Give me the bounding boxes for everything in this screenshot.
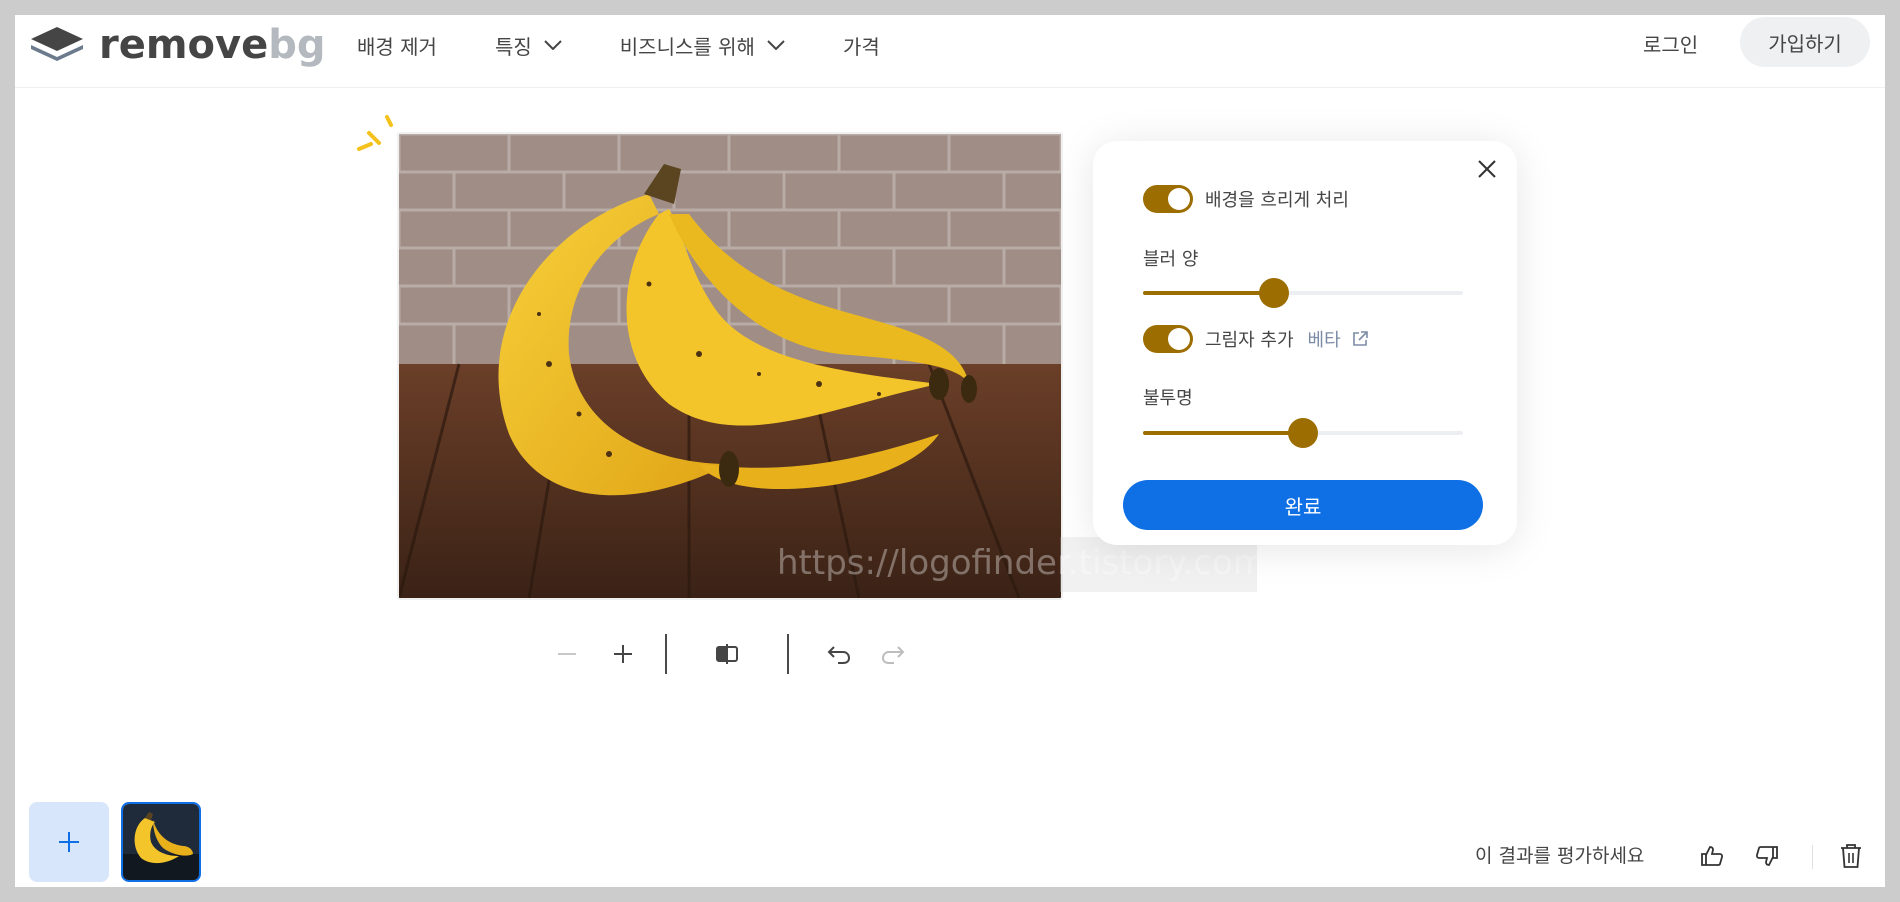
minus-icon bbox=[558, 653, 576, 655]
signup-button[interactable]: 가입하기 bbox=[1740, 17, 1870, 67]
opacity-label: 불투명 bbox=[1143, 388, 1193, 409]
redo-icon bbox=[881, 646, 905, 664]
delete-button[interactable] bbox=[1835, 840, 1867, 872]
undo-button[interactable] bbox=[817, 632, 861, 676]
top-header: removebg 배경 제거 특징 비즈니스를 위해 가격 로그인 가입하기 bbox=[15, 15, 1885, 88]
toolbar-divider bbox=[665, 634, 667, 674]
nav-item-label: 특징 bbox=[494, 34, 532, 59]
blur-toggle[interactable] bbox=[1143, 185, 1193, 213]
external-link-icon bbox=[1352, 331, 1368, 346]
beta-link[interactable]: 베타 bbox=[1308, 326, 1369, 352]
nav-item-business[interactable]: 비즈니스를 위해 bbox=[620, 31, 785, 60]
thumbs-down-icon bbox=[1755, 846, 1778, 866]
add-image-button[interactable] bbox=[29, 802, 109, 882]
thumbs-down-button[interactable] bbox=[1751, 840, 1783, 872]
blur-amount-slider[interactable] bbox=[1143, 278, 1463, 308]
effects-panel: 배경을 흐리게 처리 블러 양 그림자 추가 베타 불투명 완료 bbox=[1093, 141, 1517, 545]
compare-icon bbox=[716, 644, 738, 664]
banana-thumbnail bbox=[123, 804, 199, 880]
layers-logo-icon bbox=[31, 27, 83, 61]
thumbs-up-button[interactable] bbox=[1696, 840, 1728, 872]
blur-toggle-row: 배경을 흐리게 처리 bbox=[1143, 185, 1349, 213]
close-panel-button[interactable] bbox=[1473, 155, 1501, 183]
plus-icon bbox=[59, 832, 79, 852]
toggle-knob bbox=[1168, 188, 1190, 210]
nav-item-label: 비즈니스를 위해 bbox=[619, 34, 755, 59]
plus-icon bbox=[614, 645, 632, 663]
trash-icon bbox=[1841, 844, 1861, 868]
toggle-knob bbox=[1168, 328, 1190, 350]
thumbs-up-icon bbox=[1701, 846, 1724, 866]
toolbar-divider bbox=[787, 634, 789, 674]
shadow-toggle-label: 그림자 추가 bbox=[1205, 330, 1294, 351]
chevron-down-icon bbox=[544, 40, 562, 50]
shadow-toggle-row: 그림자 추가 베타 bbox=[1143, 325, 1369, 353]
compare-button[interactable] bbox=[705, 632, 749, 676]
close-icon bbox=[1478, 160, 1496, 178]
opacity-slider[interactable] bbox=[1143, 418, 1463, 448]
brand-name-part1: remove bbox=[99, 22, 269, 68]
nav-item-remove-bg[interactable]: 배경 제거 bbox=[357, 31, 437, 60]
app-frame: removebg 배경 제거 특징 비즈니스를 위해 가격 로그인 가입하기 h… bbox=[15, 15, 1885, 887]
done-button[interactable]: 완료 bbox=[1123, 480, 1483, 530]
main-nav: 배경 제거 특징 비즈니스를 위해 가격 bbox=[357, 27, 938, 63]
undo-icon bbox=[827, 646, 851, 664]
nav-item-features[interactable]: 특징 bbox=[495, 31, 562, 60]
zoom-out-button[interactable] bbox=[545, 632, 589, 676]
beta-label: 베타 bbox=[1307, 330, 1341, 351]
slider-fill bbox=[1143, 431, 1303, 435]
result-image[interactable] bbox=[397, 132, 1063, 600]
footer-divider bbox=[1812, 845, 1813, 869]
rate-result-label: 이 결과를 평가하세요 bbox=[1475, 845, 1645, 867]
brand-logo[interactable]: removebg bbox=[29, 20, 325, 70]
nav-item-label: 배경 제거 bbox=[357, 34, 437, 59]
image-thumbnail[interactable] bbox=[121, 802, 201, 882]
watermark-text: https://logofinder.tistory.com bbox=[777, 543, 1266, 583]
nav-item-label: 가격 bbox=[842, 34, 880, 59]
slider-thumb[interactable] bbox=[1259, 278, 1290, 308]
brand-name-part2: bg bbox=[268, 22, 326, 68]
shadow-toggle[interactable] bbox=[1143, 325, 1193, 353]
brand-wordmark: removebg bbox=[99, 22, 325, 68]
login-link[interactable]: 로그인 bbox=[1643, 27, 1698, 63]
image-toolbar bbox=[545, 632, 915, 676]
slider-thumb[interactable] bbox=[1288, 418, 1318, 448]
nav-item-pricing[interactable]: 가격 bbox=[843, 31, 880, 60]
banana-photo bbox=[399, 134, 1061, 598]
blur-toggle-label: 배경을 흐리게 처리 bbox=[1205, 190, 1349, 211]
zoom-in-button[interactable] bbox=[601, 632, 645, 676]
blur-amount-label: 블러 양 bbox=[1143, 249, 1199, 270]
redo-button[interactable] bbox=[871, 632, 915, 676]
slider-fill bbox=[1143, 291, 1275, 295]
chevron-down-icon bbox=[767, 40, 785, 50]
